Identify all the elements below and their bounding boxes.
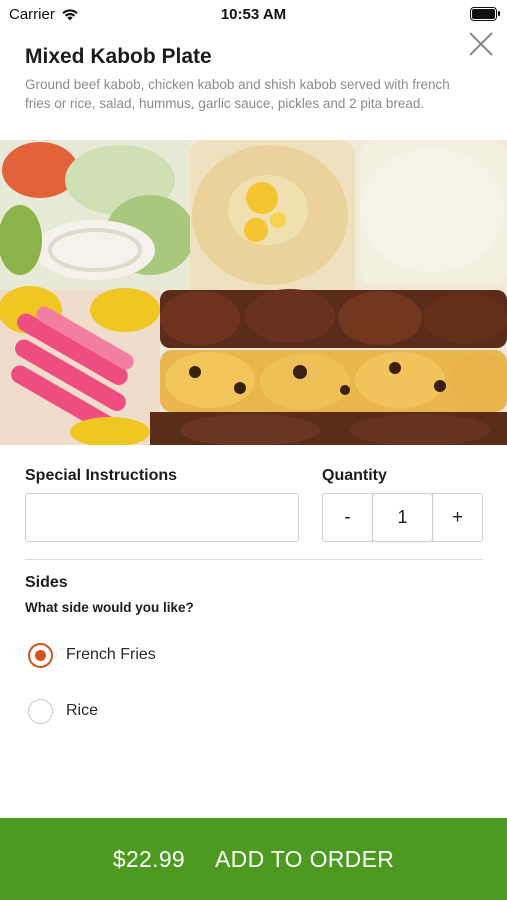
sides-question: What side would you like? bbox=[25, 600, 194, 615]
side-option-label: French Fries bbox=[66, 646, 156, 663]
item-title: Mixed Kabob Plate bbox=[25, 45, 212, 68]
close-icon bbox=[469, 32, 493, 56]
quantity-label: Quantity bbox=[322, 467, 387, 484]
status-bar: Carrier 10:53 AM bbox=[0, 0, 507, 30]
quantity-decrease-button[interactable]: - bbox=[322, 493, 373, 542]
special-instructions-label: Special Instructions bbox=[25, 467, 178, 484]
food-photo-illustration bbox=[0, 140, 507, 445]
radio-selected-icon[interactable] bbox=[28, 642, 53, 668]
side-option-french-fries[interactable]: French Fries bbox=[28, 640, 328, 670]
close-button[interactable] bbox=[467, 30, 495, 58]
item-description: Ground beef kabob, chicken kabob and shi… bbox=[25, 77, 450, 111]
status-time: 10:53 AM bbox=[220, 6, 287, 23]
quantity-value: 1 bbox=[372, 493, 433, 542]
side-option-label: Rice bbox=[66, 702, 99, 719]
section-divider bbox=[25, 559, 483, 560]
radio-unselected-icon[interactable] bbox=[28, 698, 53, 724]
special-instructions-input[interactable] bbox=[25, 493, 299, 542]
quantity-increase-button[interactable]: + bbox=[432, 493, 483, 542]
food-photo bbox=[0, 140, 507, 445]
quantity-stepper: - 1 + bbox=[322, 493, 483, 542]
order-price: $22.99 bbox=[112, 845, 186, 872]
add-to-order-button[interactable]: $22.99 ADD TO ORDER bbox=[0, 818, 507, 900]
sides-title: Sides bbox=[25, 574, 68, 591]
battery-icon bbox=[470, 7, 500, 21]
side-option-rice[interactable]: Rice bbox=[28, 696, 328, 726]
add-to-order-label: ADD TO ORDER bbox=[215, 845, 395, 872]
